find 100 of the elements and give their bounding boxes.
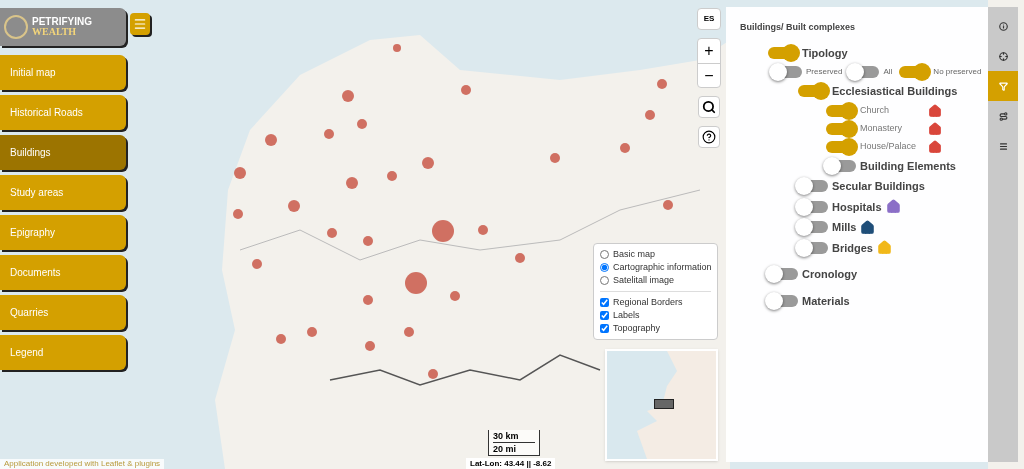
nav-button[interactable]: Study areas	[0, 175, 126, 210]
filter-label: Mills	[832, 220, 857, 235]
menu-icon	[133, 17, 147, 31]
cluster-marker[interactable]	[307, 327, 317, 337]
filter-label: Cronology	[802, 267, 857, 282]
checkbox[interactable]	[600, 298, 609, 307]
filter-label: Tipology	[802, 45, 848, 61]
cluster-marker[interactable]	[288, 200, 300, 212]
toggle-switch[interactable]	[826, 159, 856, 172]
cluster-marker[interactable]	[478, 225, 488, 235]
cluster-marker[interactable]	[550, 153, 560, 163]
filter-label: Secular Buildings	[832, 179, 925, 194]
language-button[interactable]: ES	[697, 8, 721, 30]
cluster-marker[interactable]	[393, 44, 401, 52]
toggle-switch[interactable]	[768, 294, 798, 307]
logo-text: WEALTH	[32, 27, 78, 37]
checkbox[interactable]	[600, 311, 609, 320]
cluster-marker[interactable]	[387, 171, 397, 181]
filter-option-label: No preserved	[933, 66, 982, 78]
cluster-marker[interactable]	[357, 119, 367, 129]
viewport-marker	[654, 399, 674, 409]
toggle-switch[interactable]	[899, 66, 930, 78]
menu-button[interactable]	[130, 13, 150, 35]
filter-option-label: All	[883, 66, 893, 78]
filter-label: Church	[860, 103, 890, 117]
cluster-marker[interactable]	[515, 253, 525, 263]
nav-button[interactable]: Epigraphy	[0, 215, 126, 250]
layer-label: Basic map	[613, 247, 656, 261]
scale-bar: 30 km 20 mi	[488, 430, 540, 456]
cluster-marker[interactable]	[422, 157, 434, 169]
toggle-switch[interactable]	[798, 85, 828, 98]
nav-button[interactable]: Legend	[0, 335, 126, 370]
radio-button[interactable]	[600, 250, 609, 259]
cluster-marker[interactable]	[450, 291, 460, 301]
info-icon	[998, 21, 1008, 31]
attribution-text: Application developed with Leaflet & plugins	[0, 459, 165, 469]
filter-label: Materials	[802, 293, 850, 309]
side-tab[interactable]	[988, 71, 1018, 101]
filter-label: House/Palace	[860, 139, 918, 153]
cluster-marker[interactable]	[363, 236, 373, 246]
coordinates-readout: Lat-Lon: 43.44 || -8.62	[466, 458, 556, 469]
cluster-marker[interactable]	[327, 228, 337, 238]
cluster-marker[interactable]	[342, 90, 354, 102]
zoom-out-button[interactable]: −	[698, 63, 720, 87]
nav-button[interactable]: Historical Roads	[0, 95, 126, 130]
panel-title: Buildings/ Built complexes	[740, 21, 857, 34]
toggle-switch[interactable]	[826, 104, 856, 117]
toggle-switch[interactable]	[826, 140, 856, 153]
cluster-marker[interactable]	[363, 295, 373, 305]
cluster-marker[interactable]	[233, 209, 243, 219]
layer-label: Cartographic information	[613, 260, 712, 274]
toggle-switch[interactable]	[798, 200, 828, 213]
cluster-marker[interactable]	[432, 220, 454, 242]
logo[interactable]: PETRIFYING WEALTH	[0, 8, 126, 46]
zoom-in-button[interactable]: +	[698, 39, 720, 63]
toggle-switch[interactable]	[798, 221, 828, 234]
nav-button[interactable]: Buildings	[0, 135, 126, 170]
road-icon	[998, 111, 1008, 121]
cluster-marker[interactable]	[252, 259, 262, 269]
layer-label: Topography	[613, 321, 661, 335]
cluster-marker[interactable]	[428, 369, 438, 379]
toggle-switch[interactable]	[826, 122, 856, 135]
help-button[interactable]	[698, 126, 720, 148]
cluster-marker[interactable]	[234, 167, 246, 179]
cluster-marker[interactable]	[405, 272, 427, 294]
toggle-switch[interactable]	[768, 46, 798, 59]
cluster-marker[interactable]	[265, 134, 277, 146]
list-icon	[998, 141, 1008, 151]
radio-button[interactable]	[600, 263, 609, 272]
nav-button[interactable]: Quarries	[0, 295, 126, 330]
toggle-switch[interactable]	[772, 66, 802, 78]
filter-label: Bridges	[832, 240, 873, 256]
toggle-switch[interactable]	[798, 180, 828, 193]
radio-button[interactable]	[600, 276, 609, 285]
nav-button[interactable]: Initial map	[0, 55, 126, 90]
layer-label: Regional Borders	[613, 295, 683, 309]
layer-label: Labels	[613, 308, 640, 322]
toggle-switch[interactable]	[849, 66, 880, 78]
globe-icon	[4, 15, 28, 39]
cluster-marker[interactable]	[324, 129, 334, 139]
checkbox[interactable]	[600, 324, 609, 333]
cluster-marker[interactable]	[663, 200, 673, 210]
filter-label: Hospitals	[832, 199, 882, 215]
toggle-switch[interactable]	[798, 241, 828, 254]
cluster-marker[interactable]	[461, 85, 471, 95]
cluster-marker[interactable]	[404, 327, 414, 337]
search-button[interactable]	[698, 96, 720, 118]
help-icon	[702, 130, 716, 144]
logo-text: PETRIFYING	[32, 17, 92, 27]
cluster-marker[interactable]	[645, 110, 655, 120]
search-icon	[702, 100, 716, 114]
toggle-switch[interactable]	[768, 268, 798, 281]
cluster-marker[interactable]	[620, 143, 630, 153]
cluster-marker[interactable]	[365, 341, 375, 351]
filter-icon	[998, 81, 1008, 91]
cluster-marker[interactable]	[276, 334, 286, 344]
cluster-marker[interactable]	[346, 177, 358, 189]
cluster-marker[interactable]	[657, 79, 667, 89]
nav-button[interactable]: Documents	[0, 255, 126, 290]
filter-option-label: Preserved	[806, 66, 843, 78]
